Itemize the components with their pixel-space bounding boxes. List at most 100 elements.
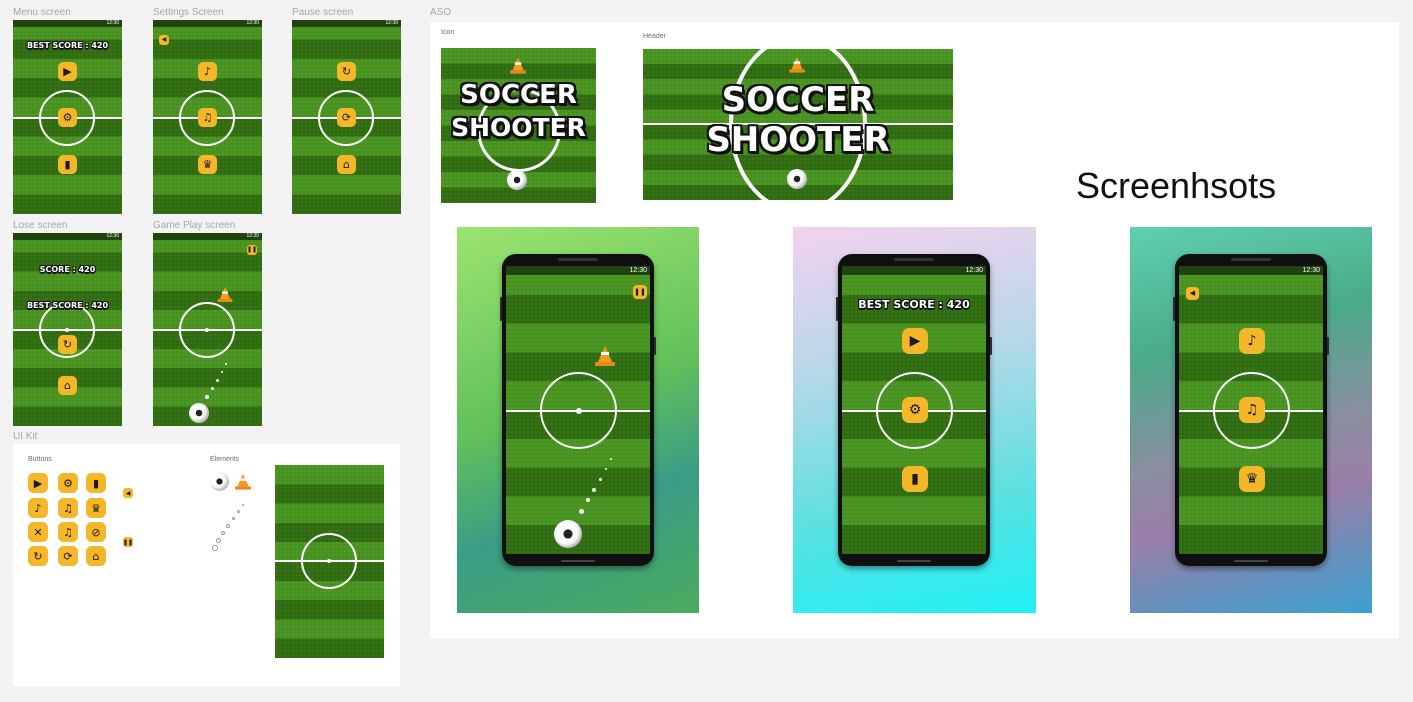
pause-icon: ❚❚ [634,287,646,296]
restart-button[interactable]: ↻ [58,335,77,354]
music-button[interactable]: ♫ [1239,397,1265,423]
gameplay-screen-frame[interactable]: 12:30 ❚❚ [153,233,262,426]
trophy-icon: ♛ [202,158,213,171]
restart-icon: ↻ [341,65,352,78]
frame-label-gameplay: Game Play screen [153,220,236,231]
soccer-ball [507,170,527,190]
play-icon: ▶ [63,65,72,78]
kit-pause-button[interactable]: ❚❚ [123,537,133,547]
trail-dot [221,531,225,535]
play-button[interactable]: ▶ [58,62,77,81]
soccer-ball[interactable] [554,520,582,548]
kit-music-off-button[interactable]: ♫ [58,522,78,542]
back-button[interactable]: ◀ [1186,287,1199,300]
exit-door-icon: ▮ [92,476,100,490]
refresh-icon: ⟳ [63,549,73,563]
score-text: SCORE : 420 [39,265,96,274]
back-arrow-icon: ◀ [161,36,167,43]
pause-screen-frame[interactable]: 12:30 ↻ ⟳ ⌂ [292,20,401,214]
phone-mockup: 12:30 BEST SCORE : 420 ▶ ⚙ ▮ [838,254,990,566]
screenshots-heading: Screenhsots [1076,165,1277,206]
screenshot-gameplay: 12:30 ❚❚ [457,227,699,613]
kit-play-button[interactable]: ▶ [28,473,48,493]
kit-music-button[interactable]: ♫ [58,498,78,518]
pause-button[interactable]: ❚❚ [633,285,647,299]
logo-line1: SOCCER [721,80,875,120]
aso-panel: Icon Header SOCCER SHOOTER SOCCER SHOOTE… [430,22,1399,638]
music-note-icon: ♫ [202,111,213,124]
exit-button[interactable]: ▮ [58,155,77,174]
speaker-icon: ♪ [1247,333,1257,349]
kit-mute-button[interactable]: ✕ [28,522,48,542]
screenshot-settings: 12:30 ◀ ♪ ♫ ♛ [1130,227,1372,613]
sound-button[interactable]: ♪ [1239,328,1265,354]
app-icon: SOCCER SHOOTER [441,48,596,203]
resume-button[interactable]: ↻ [337,62,356,81]
reload-button[interactable]: ⟳ [337,108,356,127]
uikit-panel: Buttons Elements ▶ ⚙ ▮ ◀ ♪ ♫ ♛ ✕ ♫ ⊘ ❚❚ … [13,444,400,686]
header-label: Header [643,33,666,40]
pause-button[interactable]: ❚❚ [247,245,257,255]
sound-button[interactable]: ♪ [198,62,217,81]
kit-exit-button[interactable]: ▮ [86,473,106,493]
settings-button[interactable]: ⚙ [58,108,77,127]
soccer-ball [787,169,807,189]
restart-icon: ↻ [33,549,43,563]
speaker-icon: ♪ [34,501,42,515]
elements-label: Elements [210,456,240,463]
trophy-off-icon: ⊘ [91,525,101,539]
best-score-text: BEST SCORE : 420 [26,301,109,310]
play-button[interactable]: ▶ [902,328,928,354]
back-arrow-icon: ◀ [125,489,131,497]
home-icon: ⌂ [64,379,71,392]
music-note-icon: ♫ [1245,402,1259,418]
gear-icon: ⚙ [908,402,922,418]
trail-dot [226,524,230,528]
gear-icon: ⚙ [62,111,73,124]
cone-target [595,346,615,366]
trail-dot [242,504,244,506]
speaker-icon: ♪ [203,65,212,78]
settings-button[interactable]: ⚙ [902,397,928,423]
soccer-ball[interactable] [189,403,209,423]
play-icon: ▶ [33,476,43,490]
kit-home-button[interactable]: ⌂ [86,546,106,566]
gear-icon: ⚙ [63,476,73,490]
kit-settings-button[interactable]: ⚙ [58,473,78,493]
home-button[interactable]: ⌂ [58,376,77,395]
kit-reload-button[interactable]: ⟳ [58,546,78,566]
menu-screen-frame[interactable]: 12:30 BEST SCORE : 420 ▶ ⚙ ▮ [13,20,122,214]
best-score-text: BEST SCORE : 420 [26,41,109,50]
logo-line2: SHOOTER [706,120,890,160]
pause-icon: ❚❚ [122,538,134,546]
home-icon: ⌂ [343,158,350,171]
refresh-icon: ⟳ [341,111,352,124]
restart-icon: ↻ [62,338,73,351]
home-button[interactable]: ⌂ [337,155,356,174]
kit-trophy-off-button[interactable]: ⊘ [86,522,106,542]
kit-background-field [275,465,384,658]
trail-dot [212,545,218,551]
frame-label-settings: Settings Screen [153,7,224,18]
kit-restart-button[interactable]: ↻ [28,546,48,566]
trophy-icon: ♛ [91,501,101,515]
cone-target [217,287,233,302]
frame-label-menu: Menu screen [13,7,71,18]
phone-mockup: 12:30 ◀ ♪ ♫ ♛ [1175,254,1327,566]
kit-trophy-button[interactable]: ♛ [86,498,106,518]
exit-door-icon: ▮ [64,158,71,171]
back-button[interactable]: ◀ [159,35,169,45]
music-button[interactable]: ♫ [198,108,217,127]
pause-icon: ❚❚ [246,246,258,253]
settings-screen-frame[interactable]: 12:30 ◀ ♪ ♫ ♛ [153,20,262,214]
kit-sound-button[interactable]: ♪ [28,498,48,518]
trophy-button[interactable]: ♛ [198,155,217,174]
trail-dot [216,538,221,543]
kit-soccer-ball [210,472,229,491]
back-arrow-icon: ◀ [1189,289,1196,297]
trophy-button[interactable]: ♛ [1239,466,1265,492]
exit-button[interactable]: ▮ [902,466,928,492]
lose-screen-frame[interactable]: 12:30 SCORE : 420 BEST SCORE : 420 ↻ ⌂ [13,233,122,426]
kit-back-button[interactable]: ◀ [123,488,133,498]
cone-icon [789,56,805,73]
